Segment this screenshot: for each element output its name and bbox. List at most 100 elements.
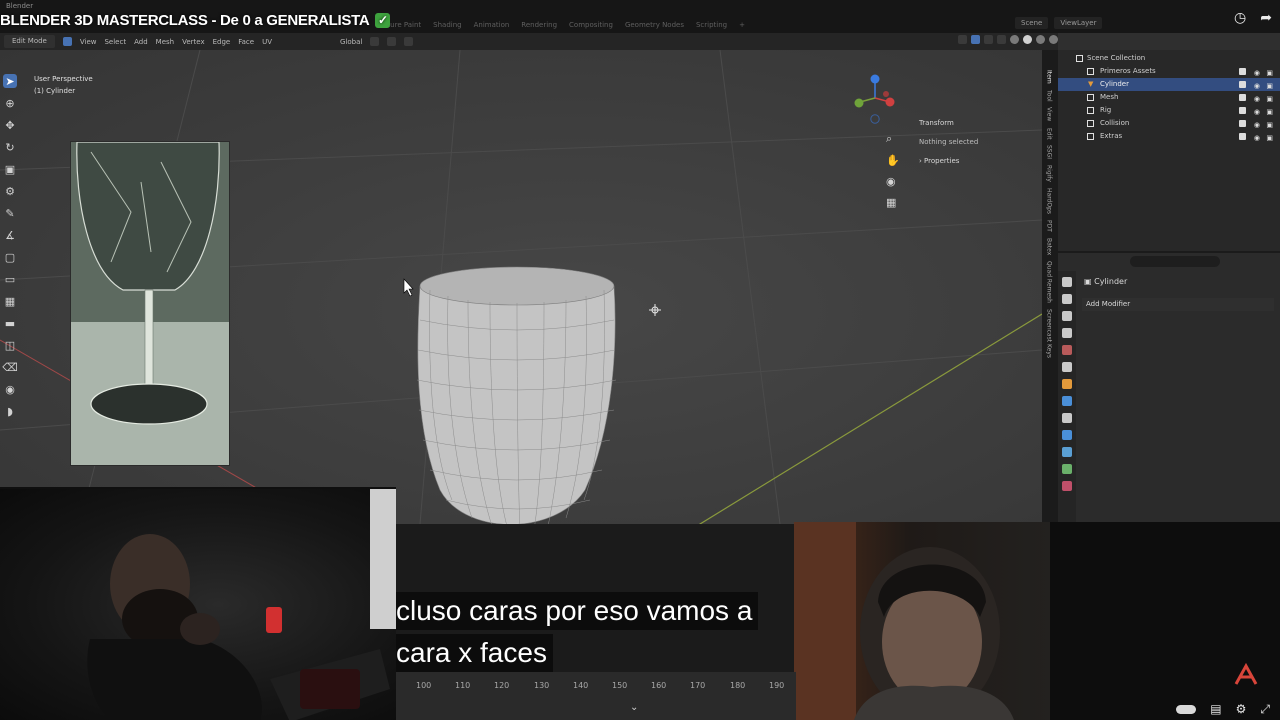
view-layer-field[interactable]: ViewLayer <box>1054 17 1103 29</box>
properties-tab-icon[interactable] <box>1062 362 1072 372</box>
xray-icon[interactable] <box>997 35 1006 44</box>
visibility-icon[interactable] <box>958 35 967 44</box>
menu-edge[interactable]: Edge <box>213 38 231 46</box>
menu-view[interactable]: View <box>80 38 97 46</box>
include-checkbox[interactable] <box>1239 133 1246 140</box>
eye-icon[interactable]: ◉ <box>1254 132 1260 145</box>
transform-panel-header[interactable]: Transform <box>913 116 1037 130</box>
bevel-tool-icon[interactable]: ▬ <box>3 316 17 330</box>
zoom-icon[interactable]: ⌕ <box>886 132 900 146</box>
knife-tool-icon[interactable]: ⌫ <box>2 360 18 374</box>
annotate-tool-icon[interactable]: ✎ <box>3 206 17 220</box>
share-icon[interactable]: ➦ <box>1260 10 1272 26</box>
tab-animation[interactable]: Animation <box>468 19 516 31</box>
fullscreen-icon[interactable]: ⤢ <box>1260 702 1270 717</box>
n-tab-edit[interactable]: Edit <box>1046 128 1053 140</box>
menu-add[interactable]: Add <box>134 38 148 46</box>
tab-shading[interactable]: Shading <box>427 19 467 31</box>
ortho-grid-icon[interactable]: ▦ <box>886 196 900 209</box>
rendered-shading-icon[interactable] <box>1049 35 1058 44</box>
tab-rendering[interactable]: Rendering <box>515 19 563 31</box>
n-tab-rigify[interactable]: Rigify <box>1046 165 1053 182</box>
n-tab-batex[interactable]: Batex <box>1046 238 1053 255</box>
pan-hand-icon[interactable]: ✋ <box>886 154 900 167</box>
outliner-row[interactable]: Rig ◉ ▣ <box>1058 104 1280 117</box>
menu-vertex[interactable]: Vertex <box>182 38 205 46</box>
n-tab-view[interactable]: View <box>1046 107 1053 121</box>
poly-build-tool-icon[interactable]: ◉ <box>3 382 17 396</box>
timeline[interactable]: 100 110 120 130 140 150 160 170 180 190 <box>396 672 796 720</box>
menu-mesh[interactable]: Mesh <box>156 38 174 46</box>
mode-selector[interactable]: Edit Mode <box>4 35 55 48</box>
tab-compositing[interactable]: Compositing <box>563 19 619 31</box>
add-modifier-button[interactable]: Add Modifier <box>1082 298 1274 311</box>
include-checkbox[interactable] <box>1239 120 1246 127</box>
subtitles-icon[interactable]: ▤ <box>1210 702 1221 717</box>
outliner-row[interactable]: Primeros Assets ◉ ▣ <box>1058 65 1280 78</box>
include-checkbox[interactable] <box>1239 94 1246 101</box>
render-camera-icon[interactable]: ▣ <box>1266 132 1273 145</box>
outliner-row[interactable]: Scene Collection <box>1058 52 1280 65</box>
n-tab-hardops[interactable]: HardOps <box>1046 188 1053 214</box>
gizmo-toggle-icon[interactable] <box>971 35 980 44</box>
tab-scripting[interactable]: Scripting <box>690 19 733 31</box>
wireframe-shading-icon[interactable] <box>1010 35 1019 44</box>
pivot-icon[interactable] <box>370 37 380 46</box>
properties-tab-icon[interactable] <box>1062 294 1072 304</box>
properties-tab-icon[interactable] <box>1062 328 1072 338</box>
3d-viewport[interactable]: User Perspective (1) Cylinder ➤ ⊕ ✥ ↻ ▣ … <box>0 50 1042 524</box>
outliner-row[interactable]: Collision ◉ ▣ <box>1058 117 1280 130</box>
properties-tab-icon[interactable] <box>1062 396 1072 406</box>
extrude-tool-icon[interactable]: ▭ <box>3 272 17 286</box>
solid-shading-icon[interactable] <box>1023 35 1032 44</box>
properties-tab-icon[interactable] <box>1062 311 1072 321</box>
properties-tab-icon[interactable] <box>1062 277 1072 287</box>
menu-uv[interactable]: UV <box>262 38 272 46</box>
autoplay-toggle[interactable] <box>1176 705 1197 714</box>
chevron-down-icon[interactable]: ⌄ <box>630 702 638 713</box>
inset-tool-icon[interactable]: ▦ <box>3 294 17 308</box>
move-tool-icon[interactable]: ✥ <box>3 118 17 132</box>
loop-cut-tool-icon[interactable]: ◫ <box>3 338 17 352</box>
n-tab-ssgi[interactable]: SSGI <box>1046 145 1053 159</box>
properties-tab-icon[interactable] <box>1062 413 1072 423</box>
measure-tool-icon[interactable]: ∡ <box>3 228 17 242</box>
select-tool-icon[interactable]: ➤ <box>3 74 17 88</box>
menu-select[interactable]: Select <box>104 38 126 46</box>
overlay-icon[interactable] <box>984 35 993 44</box>
menu-face[interactable]: Face <box>238 38 254 46</box>
tab-geometry-nodes[interactable]: Geometry Nodes <box>619 19 690 31</box>
properties-tab-icon[interactable] <box>1062 464 1072 474</box>
include-checkbox[interactable] <box>1239 68 1246 75</box>
include-checkbox[interactable] <box>1239 81 1246 88</box>
navigation-gizmo[interactable] <box>850 72 900 128</box>
outliner-row-selected[interactable]: ▼ Cylinder ◉ ▣ <box>1058 78 1280 91</box>
spin-tool-icon[interactable]: ◗ <box>3 404 17 418</box>
properties-search-field[interactable] <box>1130 256 1220 267</box>
vertex-select-icon[interactable] <box>62 37 72 46</box>
material-shading-icon[interactable] <box>1036 35 1045 44</box>
properties-tab-icon[interactable] <box>1062 379 1072 389</box>
include-checkbox[interactable] <box>1239 107 1246 114</box>
add-workspace-button[interactable]: + <box>733 19 751 31</box>
scale-tool-icon[interactable]: ▣ <box>3 162 17 176</box>
rotate-tool-icon[interactable]: ↻ <box>3 140 17 154</box>
proportional-edit-icon[interactable] <box>404 37 414 46</box>
camera-view-icon[interactable]: ◉ <box>886 175 900 188</box>
properties-tab-icon[interactable] <box>1062 481 1072 491</box>
n-tab-screencast-keys[interactable]: Screencast Keys <box>1046 309 1053 358</box>
scene-field[interactable]: Scene <box>1015 17 1049 29</box>
outliner-row[interactable]: Mesh ◉ ▣ <box>1058 91 1280 104</box>
snap-icon[interactable] <box>387 37 397 46</box>
properties-tab-icon[interactable] <box>1062 447 1072 457</box>
cursor-tool-icon[interactable]: ⊕ <box>3 96 17 110</box>
n-tab-tool[interactable]: Tool <box>1046 90 1053 102</box>
orientation-selector[interactable]: Global <box>340 38 362 46</box>
transform-tool-icon[interactable]: ⚙ <box>3 184 17 198</box>
settings-gear-icon[interactable]: ⚙ <box>1236 702 1247 717</box>
n-tab-quad-remesh[interactable]: Quad Remesh <box>1046 261 1053 303</box>
properties-tab-icon[interactable] <box>1062 430 1072 440</box>
properties-tab-icon[interactable] <box>1062 345 1072 355</box>
clock-icon[interactable]: ◷ <box>1234 10 1246 26</box>
add-cube-tool-icon[interactable]: ▢ <box>3 250 17 264</box>
